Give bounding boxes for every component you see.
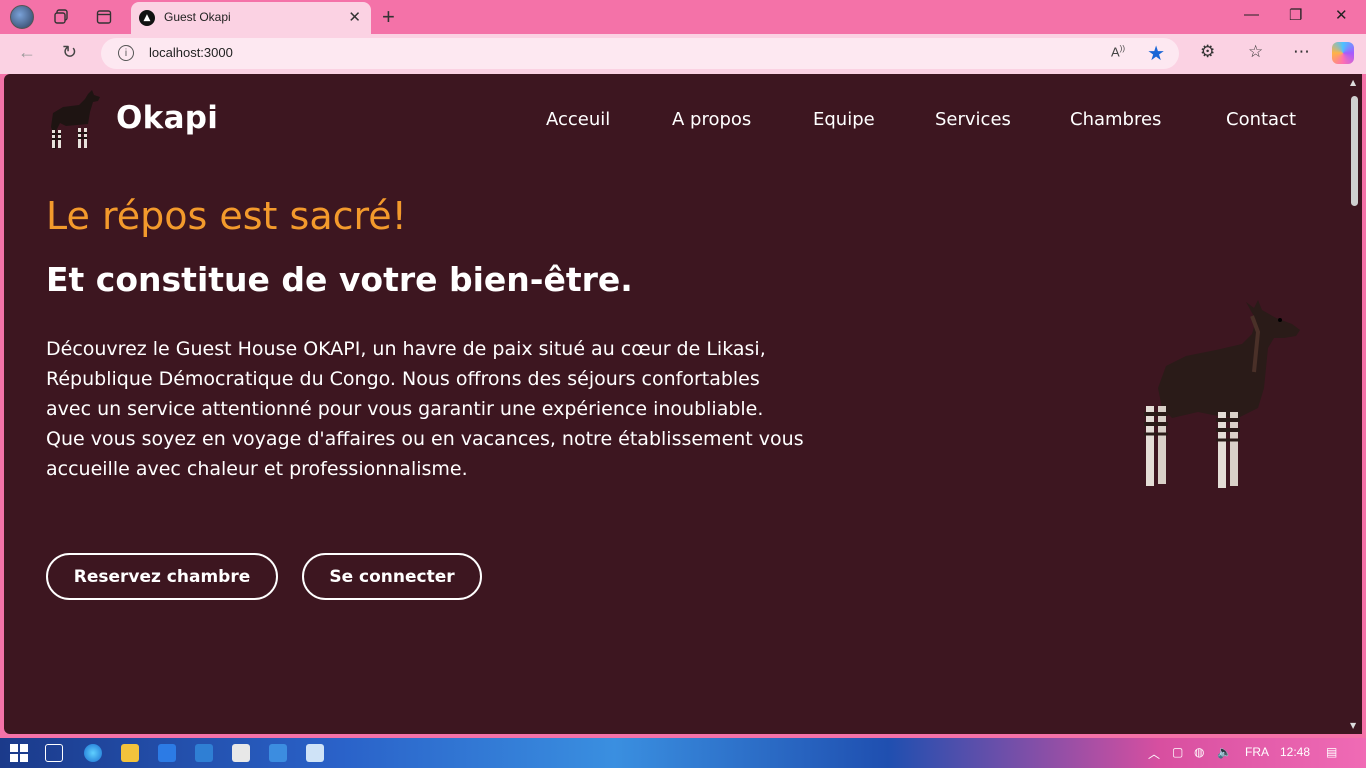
brand-logo[interactable] <box>44 88 104 152</box>
brand-name[interactable]: Okapi <box>116 100 218 136</box>
back-button[interactable]: ← <box>18 42 36 63</box>
okapi-hero-image <box>1144 300 1300 488</box>
vscode-icon[interactable] <box>195 744 213 762</box>
scroll-thumb[interactable] <box>1351 96 1358 206</box>
new-tab-button[interactable]: + <box>382 4 395 30</box>
extensions-icon[interactable]: ⚙ <box>1200 42 1215 62</box>
collections-icon[interactable] <box>51 6 73 28</box>
page-scrollbar[interactable]: ▲ ▼ <box>1348 74 1362 734</box>
profile-avatar[interactable] <box>10 5 34 29</box>
app-icon[interactable] <box>269 744 287 762</box>
tab-close-icon[interactable]: ✕ <box>348 8 361 26</box>
page-viewport: Okapi Acceuil A propos Equipe Services C… <box>4 74 1348 734</box>
site-info-icon[interactable]: i <box>118 45 134 61</box>
nav-contact[interactable]: Contact <box>1226 109 1296 130</box>
volume-icon[interactable]: 🔈 <box>1217 745 1232 759</box>
store-icon[interactable] <box>232 744 250 762</box>
browser-titlebar: ▲ Guest Okapi ✕ + — ❐ ✕ <box>0 0 1366 34</box>
copilot-icon[interactable] <box>1332 42 1354 64</box>
hero-accent-heading: Le répos est sacré! <box>46 194 407 238</box>
hero-title: Et constitue de votre bien-être. <box>46 260 633 299</box>
refresh-button[interactable]: ↻ <box>62 42 77 63</box>
task-view-icon[interactable] <box>45 744 63 762</box>
hero-paragraph: Découvrez le Guest House OKAPI, un havre… <box>46 338 804 480</box>
clock[interactable]: 12:48 <box>1280 745 1310 759</box>
notifications-icon[interactable]: ▤ <box>1326 745 1337 759</box>
favorite-star-icon[interactable]: ★ <box>1147 41 1165 65</box>
nav-a-propos[interactable]: A propos <box>672 109 751 130</box>
address-bar[interactable]: i localhost:3000 A)) ★ <box>101 38 1179 69</box>
address-row: ← ↻ i localhost:3000 A)) ★ ⚙ ☆ ⋯ <box>0 34 1366 74</box>
tab-actions-icon[interactable] <box>93 6 115 28</box>
network-icon[interactable]: ◍ <box>1194 745 1204 759</box>
more-menu-icon[interactable]: ⋯ <box>1293 42 1310 62</box>
start-icon[interactable] <box>10 744 28 762</box>
okapi-logo-icon <box>51 90 100 149</box>
tab-favicon-icon: ▲ <box>139 10 155 26</box>
login-button[interactable]: Se connecter <box>302 553 482 600</box>
nav-acceuil[interactable]: Acceuil <box>546 109 610 130</box>
tray-chevron-icon[interactable]: ︿ <box>1148 745 1160 762</box>
nav-chambres[interactable]: Chambres <box>1070 109 1161 130</box>
mail-icon[interactable] <box>158 744 176 762</box>
read-aloud-icon[interactable]: A)) <box>1111 44 1125 59</box>
nav-equipe[interactable]: Equipe <box>813 109 875 130</box>
windows-taskbar: ︿ ▢ ◍ 🔈 FRA 12:48 ▤ <box>0 738 1366 768</box>
file-explorer-icon[interactable] <box>121 744 139 762</box>
notepad-icon[interactable] <box>306 744 324 762</box>
meet-now-icon[interactable]: ▢ <box>1172 745 1183 759</box>
active-tab[interactable]: ▲ Guest Okapi ✕ <box>131 2 371 34</box>
reserve-room-button[interactable]: Reservez chambre <box>46 553 278 600</box>
scroll-up-arrow-icon[interactable]: ▲ <box>1350 78 1356 87</box>
restore-button[interactable]: ❐ <box>1289 6 1302 24</box>
language-indicator[interactable]: FRA <box>1245 745 1269 759</box>
edge-icon[interactable] <box>84 744 102 762</box>
favorites-icon[interactable]: ☆ <box>1248 42 1263 62</box>
tab-title: Guest Okapi <box>164 10 231 24</box>
nav-services[interactable]: Services <box>935 109 1011 130</box>
close-window-button[interactable]: ✕ <box>1335 6 1348 24</box>
url-text[interactable]: localhost:3000 <box>149 45 233 60</box>
scroll-down-arrow-icon[interactable]: ▼ <box>1350 721 1356 730</box>
minimize-button[interactable]: — <box>1244 6 1259 23</box>
